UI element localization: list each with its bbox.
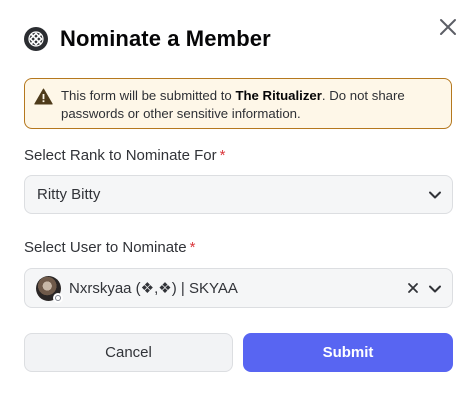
modal-header: Nominate a Member <box>24 24 271 54</box>
chevron-down-icon <box>429 191 441 199</box>
rank-select-value: Ritty Bitty <box>37 186 101 203</box>
user-field-label: Select User to Nominate * <box>24 239 195 256</box>
modal-title: Nominate a Member <box>60 26 271 51</box>
user-select[interactable]: Nxrskyaa (❖,❖) | SKYAA <box>24 268 453 308</box>
user-select-value: Nxrskyaa (❖,❖) | SKYAA <box>69 280 238 297</box>
clear-x-icon[interactable] <box>406 281 420 295</box>
warning-banner: This form will be submitted to The Ritua… <box>24 78 452 129</box>
chevron-down-icon <box>429 285 441 293</box>
required-marker: * <box>219 147 226 164</box>
status-badge <box>53 292 63 303</box>
required-marker: * <box>189 239 196 256</box>
avatar <box>36 275 63 303</box>
warning-text-before: This form will be submitted to <box>61 88 236 103</box>
nominate-modal: Nominate a Member This form will be subm… <box>0 0 476 397</box>
rank-field-label: Select Rank to Nominate For * <box>24 147 225 164</box>
warning-app-name: The Ritualizer <box>235 88 322 103</box>
close-icon <box>440 19 456 35</box>
warning-triangle-icon <box>34 88 53 105</box>
submit-button[interactable]: Submit <box>243 333 453 372</box>
close-button[interactable] <box>437 16 459 38</box>
rank-label-text: Select Rank to Nominate For <box>24 147 217 164</box>
cancel-button[interactable]: Cancel <box>24 333 233 372</box>
user-label-text: Select User to Nominate <box>24 239 187 256</box>
celtic-knot-icon <box>24 27 48 51</box>
rank-select[interactable]: Ritty Bitty <box>24 175 453 214</box>
